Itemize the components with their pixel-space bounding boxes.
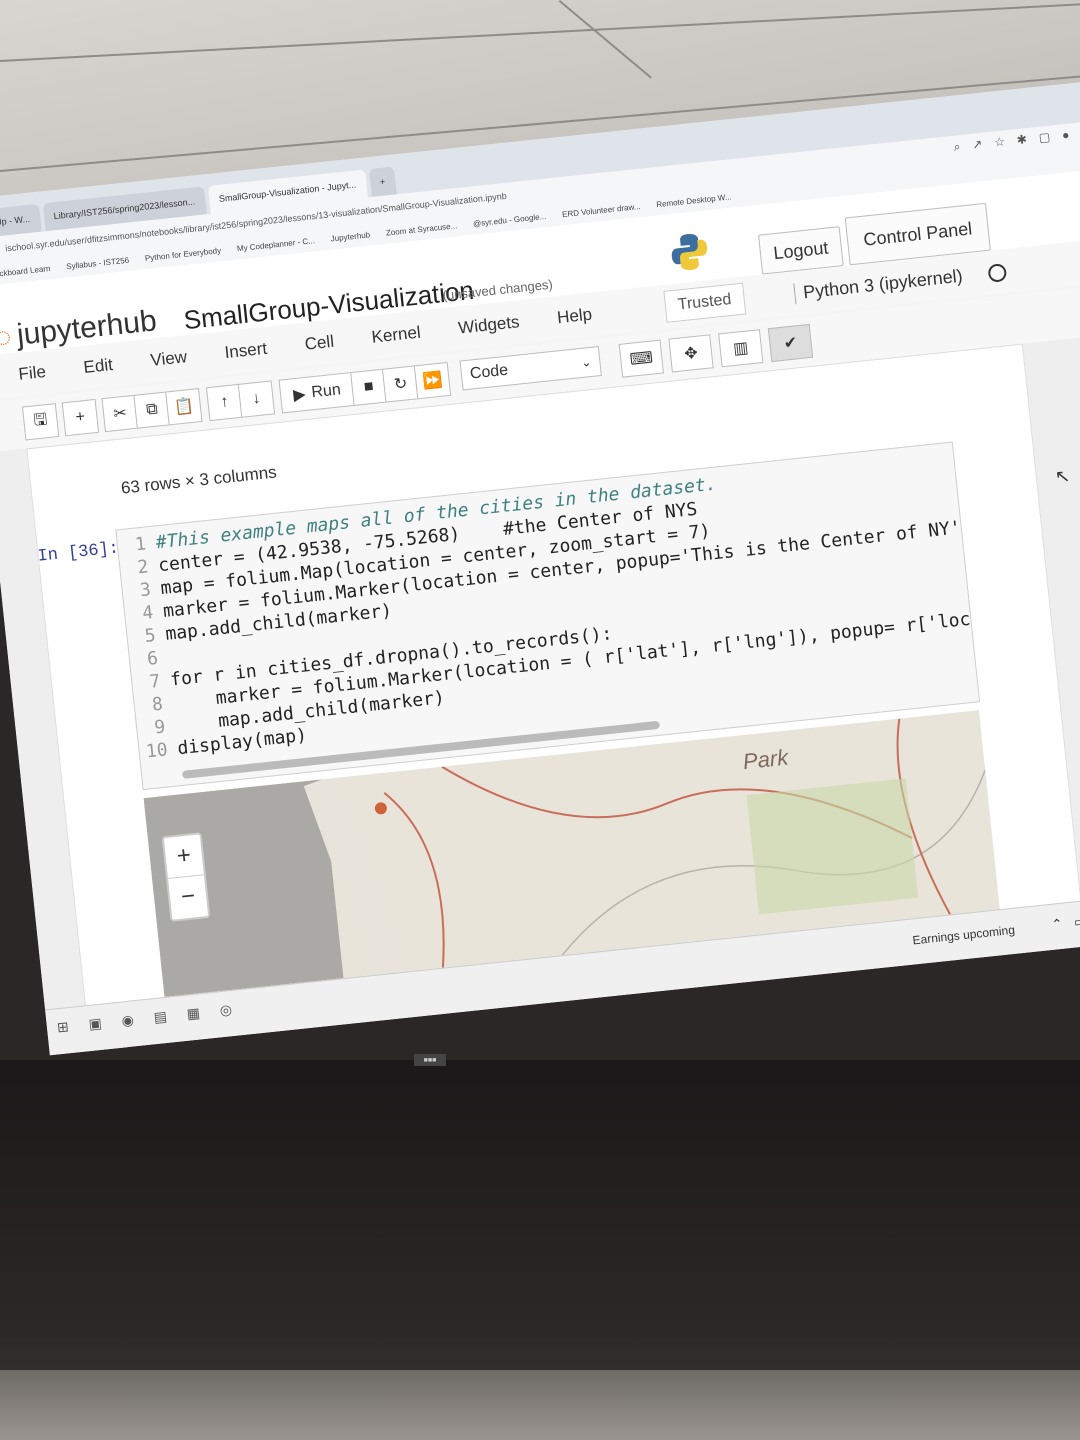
- line-number: 7: [148, 670, 162, 693]
- line-number: 2: [136, 556, 150, 579]
- window-icon[interactable]: ▢: [1038, 130, 1051, 146]
- profile-icon[interactable]: ●: [1061, 128, 1070, 144]
- line-number: 5: [143, 624, 157, 648]
- line-number: 4: [141, 602, 155, 625]
- bookmark-item[interactable]: @syr.edu - Google...: [473, 211, 547, 228]
- menu-help[interactable]: Help: [556, 305, 593, 329]
- restart-run-all-icon[interactable]: ⏩: [413, 361, 452, 400]
- store-icon[interactable]: ▦: [186, 1004, 201, 1022]
- bookmark-item[interactable]: Blackboard Learn: [0, 263, 51, 279]
- jupyter-logo-icon: ◌: [0, 320, 13, 354]
- zoom-in-button[interactable]: +: [164, 834, 204, 878]
- spellcheck-icon[interactable]: ✔: [767, 323, 814, 363]
- line-number: 1: [134, 533, 148, 556]
- line-number: 8: [150, 693, 164, 716]
- add-cell-button[interactable]: +: [61, 398, 100, 437]
- extensions-icon[interactable]: ✱: [1016, 132, 1028, 148]
- line-number: 10: [144, 739, 169, 763]
- bookmark-item[interactable]: Zoom at Syracuse...: [385, 221, 457, 237]
- line-number: 9: [153, 716, 167, 739]
- projected-screen: 10 Up - W... Library/IST256/spring2023/l…: [0, 80, 1080, 1056]
- line-number: 6: [146, 647, 160, 670]
- menu-file[interactable]: File: [18, 362, 47, 385]
- start-icon[interactable]: ⊞: [56, 1018, 69, 1036]
- menu-kernel[interactable]: Kernel: [371, 323, 422, 348]
- menu-view[interactable]: View: [150, 347, 188, 371]
- system-tray-icons[interactable]: ⌃ ▭ ◁): [1051, 910, 1080, 933]
- bookmark-item[interactable]: Jupyterhub: [330, 230, 370, 243]
- chart-icon[interactable]: ▥: [718, 329, 764, 368]
- map-region-label: Park: [741, 744, 790, 775]
- play-icon: ▶: [292, 385, 307, 405]
- task-view-icon[interactable]: ▣: [88, 1015, 103, 1033]
- wall-strip: [0, 1370, 1080, 1440]
- python-logo-icon: [671, 234, 708, 271]
- cell-type-select[interactable]: Code ⌄: [459, 346, 602, 391]
- chevron-down-icon: ⌄: [580, 354, 593, 370]
- zoom-icon[interactable]: ⌕: [953, 139, 961, 155]
- chrome-icon[interactable]: ◎: [219, 1001, 233, 1019]
- mouse-cursor-icon: ↖: [1053, 465, 1072, 488]
- menu-insert[interactable]: Insert: [224, 339, 268, 363]
- projector-brand-badge: ■■■: [414, 1054, 446, 1066]
- bookmark-item[interactable]: Remote Desktop W...: [656, 192, 732, 209]
- taskbar-icons: ⊞ ▣ ◉ ▤ ▦ ◎: [56, 1001, 233, 1036]
- notebook-area: 63 rows × 3 columns In [36]: 1 #This exam…: [0, 333, 1080, 1010]
- move-down-icon[interactable]: ↓: [237, 380, 276, 418]
- menu-widgets[interactable]: Widgets: [457, 312, 520, 338]
- bookmark-item[interactable]: Python for Everybody: [144, 246, 221, 263]
- run-label: Run: [310, 381, 342, 402]
- share-icon[interactable]: ↗: [972, 137, 984, 153]
- menu-cell[interactable]: Cell: [304, 332, 335, 355]
- edge-icon[interactable]: ◉: [121, 1011, 135, 1029]
- line-number: 3: [138, 579, 152, 602]
- desktop-screen: 10 Up - W... Library/IST256/spring2023/l…: [0, 80, 1080, 1056]
- zoom-out-button[interactable]: −: [168, 874, 209, 919]
- run-button[interactable]: ▶ Run: [278, 371, 356, 414]
- star-icon[interactable]: ☆: [994, 134, 1006, 150]
- control-panel-label: Control Panel: [862, 217, 974, 250]
- new-tab-button[interactable]: +: [368, 166, 397, 197]
- cell-type-value: Code: [469, 361, 509, 383]
- bookmark-item[interactable]: Syllabus - IST256: [66, 255, 130, 271]
- bookmark-item[interactable]: ERD Volunteer draw...: [562, 201, 641, 218]
- paste-icon[interactable]: 📋: [165, 388, 203, 426]
- keyboard-icon[interactable]: ⌨: [618, 339, 664, 378]
- menu-edit[interactable]: Edit: [83, 355, 114, 378]
- move-icon[interactable]: ✥: [668, 334, 714, 373]
- save-icon[interactable]: 🖫: [21, 403, 60, 441]
- news-widget[interactable]: Earnings upcoming: [912, 923, 1016, 948]
- logout-label: Logout: [772, 237, 830, 263]
- bookmark-item[interactable]: My Codeplanner - C...: [236, 236, 315, 253]
- tab-label: 10 Up - W...: [0, 213, 31, 229]
- file-explorer-icon[interactable]: ▤: [153, 1008, 168, 1026]
